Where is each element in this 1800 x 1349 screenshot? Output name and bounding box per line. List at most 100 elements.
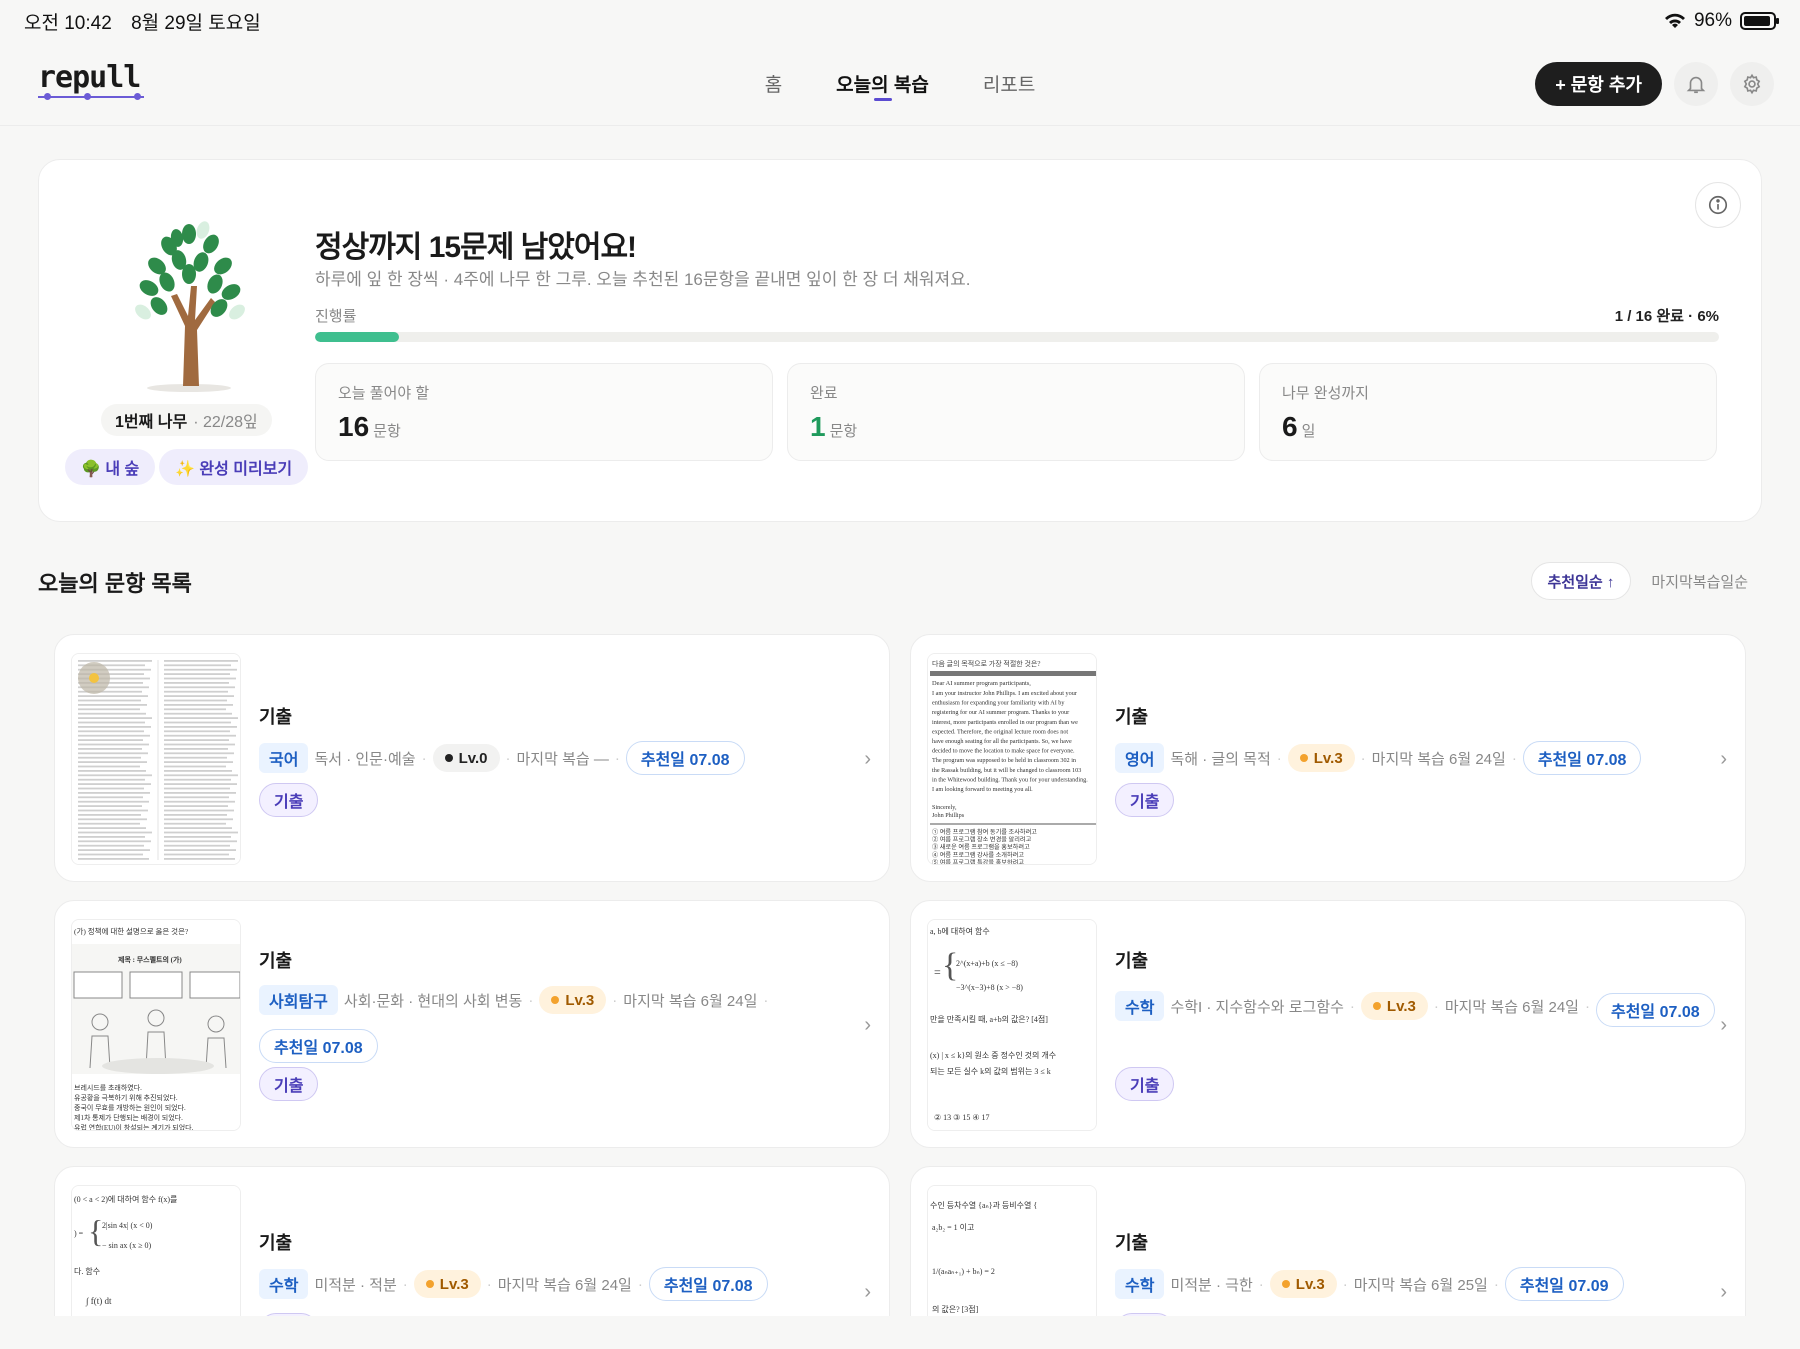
chevron-right-icon[interactable]: › — [1720, 1281, 1727, 1304]
tree-label: 1번째 나무 · 22/28잎 — [101, 404, 272, 436]
thumb-text: I am looking forward to meeting you all. — [932, 786, 1033, 793]
battery-percent: 96% — [1693, 10, 1732, 31]
thumb-text: ① 여름 프로그램 참여 동기를 조사하려고 — [932, 828, 1037, 836]
thumb-line — [164, 800, 235, 803]
level-badge: Lv.3 — [539, 986, 607, 1014]
thumb-text: 2|sin 4x| (x < 0) — [102, 1221, 153, 1230]
chevron-right-icon[interactable]: › — [1720, 1014, 1727, 1037]
question-card[interactable]: 다음 글의 목적으로 가장 적절한 것은? Dear AI summer pro… — [910, 634, 1746, 882]
question-kind: 기출 — [1115, 707, 1149, 727]
thumb-line — [164, 748, 228, 750]
thumb-line — [78, 792, 150, 794]
stat-days-to-tree: 나무 완성까지 6일 — [1259, 363, 1717, 461]
question-tag[interactable]: 기출 — [259, 783, 319, 817]
thumb-line — [78, 822, 140, 825]
stat-label: 완료 — [810, 385, 838, 402]
question-tag[interactable]: 기출 — [1115, 1067, 1175, 1101]
thumb-text: ④ 여름 프로그램 강사를 소개하려고 — [932, 851, 1024, 859]
sort-recommend-date[interactable]: 추천일순 ↑ — [1530, 562, 1632, 600]
thumb-line — [164, 677, 236, 680]
thumb-text: in the Whitewood building. Thank you for… — [932, 776, 1088, 783]
question-card[interactable]: 수인 등차수열 {aₙ}과 등비수열 { a₂b₂ = 1 이고 1/(aₙaₙ… — [910, 1166, 1746, 1316]
status-bar: 오전 10:42 8월 29일 토요일 96% — [0, 0, 1800, 42]
chevron-right-icon[interactable]: › — [864, 748, 871, 771]
thumb-line — [78, 739, 143, 741]
sort-last-review[interactable]: 마지막복습일순 — [1635, 562, 1764, 600]
question-tag[interactable]: 기출 — [259, 1067, 319, 1101]
thumb-line — [78, 783, 151, 785]
thumb-line — [78, 712, 146, 715]
bell-icon — [1686, 76, 1706, 94]
question-tag[interactable]: 기출 — [1115, 1313, 1175, 1316]
question-meta: 수학 수학I · 지수함수와 로그함수 · Lv.3 · 마지막 복습 6월 24일… — [1115, 985, 1715, 1027]
chevron-right-icon[interactable]: › — [864, 1014, 871, 1037]
question-meta: 국어 독서 · 인문·예술 · Lv.0 · 마지막 복습 — · 추천일 07.08 — [259, 741, 859, 775]
question-tag[interactable]: 기출 — [1115, 783, 1175, 817]
question-tag[interactable]: 기출 — [259, 1313, 319, 1316]
stat-label: 오늘 풀어야 할 — [338, 385, 430, 402]
thumb-text: 다음 글의 목적으로 가장 적절한 것은? — [932, 659, 1040, 668]
recommend-date: 추천일 07.08 — [625, 741, 745, 775]
thumb-text: ② 13 ③ 15 ④ 17 — [934, 1113, 990, 1122]
thumb-line — [164, 730, 230, 733]
tree-illustration — [135, 221, 245, 392]
recommend-date: 추천일 07.09 — [1504, 1267, 1624, 1301]
level-text: Lv.3 — [1386, 997, 1416, 1015]
stat-today-total: 오늘 풀어야 할 16 문항 — [315, 363, 773, 461]
thumb-text: (x) | x ≤ k}의 원소 중 정수인 것의 개수 — [930, 1050, 1056, 1060]
thumb-line — [78, 774, 152, 777]
stat-completed: 완료 1 문항 — [787, 363, 1245, 461]
thumb-line — [164, 783, 237, 785]
progress-label: 진행률 — [315, 308, 357, 325]
korean-passage-thumbnail — [72, 654, 240, 864]
chevron-right-icon[interactable]: › — [1720, 748, 1727, 771]
question-card[interactable]: (0 < a < 2)에 대하여 함수 f(x)를 ) = { 2|sin 4x… — [54, 1166, 890, 1316]
last-review: 마지막 복습 — — [516, 750, 609, 768]
thumb-line — [164, 787, 230, 790]
thumb-line — [164, 752, 234, 755]
thumb-text: Sincerely, — [932, 804, 957, 811]
tab-home[interactable]: 홈 — [765, 42, 782, 126]
add-question-button[interactable]: + 문항 추가 — [1535, 62, 1662, 106]
tab-report[interactable]: 리포트 — [983, 42, 1035, 126]
thumb-line — [78, 704, 147, 706]
thumb-line — [164, 840, 237, 843]
thumb-line — [78, 730, 144, 733]
tab-today-review[interactable]: 오늘의 복습 — [836, 42, 929, 126]
level-badge: Lv.3 — [1287, 744, 1355, 772]
thumb-line — [164, 695, 234, 697]
question-card-list: 기출 국어 독서 · 인문·예술 · Lv.0 · 마지막 복습 — · 추천일 07… — [54, 634, 1746, 1316]
question-kind: 기출 — [259, 951, 293, 971]
thumb-text: 유럽 연합(EU)이 창설되는 계기가 되었다. — [74, 1123, 194, 1131]
my-forest-chip[interactable]: 🌳 내 숲 — [65, 449, 156, 485]
thumb-line — [164, 673, 230, 675]
thumb-text: 유공황을 극복하기 위해 추진되었다. — [74, 1093, 178, 1102]
preview-complete-chip[interactable]: ✨ 완성 미리보기 — [159, 449, 309, 485]
thumb-text: 다. 함수 — [74, 1267, 100, 1276]
thumb-line — [164, 770, 232, 772]
thumb-text: enthusiasm for expanding your familiarit… — [932, 700, 1065, 707]
card-body: 기출 수학 미적분 · 적분 · Lv.3 · 마지막 복습 6월 24일 · 추천일… — [259, 1167, 871, 1316]
thumb-line — [78, 844, 144, 847]
question-card[interactable]: a, b에 대하여 함수 = { 2^(x+a)+b (x ≤ −8) −3^(… — [910, 900, 1746, 1148]
settings-button[interactable] — [1730, 62, 1774, 106]
thumb-line — [78, 831, 152, 834]
question-kind: 기출 — [259, 707, 293, 727]
thumb-line — [78, 761, 147, 763]
question-meta: 수학 미적분 · 극한 · Lv.3 · 마지막 복습 6월 25일 · 추천일 07… — [1115, 1267, 1715, 1301]
thumb-text: 만을 만족시킬 때, a+b의 값은? [4점] — [930, 1014, 1048, 1024]
question-thumbnail: a, b에 대하여 함수 = { 2^(x+a)+b (x ≤ −8) −3^(… — [927, 919, 1097, 1131]
card-body: 기출 수학 수학I · 지수함수와 로그함수 · Lv.3 · 마지막 복습 6월 … — [1115, 901, 1727, 1147]
chevron-right-icon[interactable]: › — [864, 1281, 871, 1304]
notification-button[interactable] — [1674, 62, 1718, 106]
thumb-text: −3^(x−3)+8 (x > −8) — [956, 983, 1023, 992]
level-text: Lv.3 — [1313, 749, 1343, 767]
level-badge: Lv.0 — [432, 744, 500, 772]
question-card[interactable]: 기출 국어 독서 · 인문·예술 · Lv.0 · 마지막 복습 — · 추천일 07… — [54, 634, 890, 882]
info-button[interactable] — [1695, 182, 1741, 228]
card-body: 기출 영어 독해 · 글의 목적 · Lv.3 · 마지막 복습 6월 24일 · 추… — [1115, 635, 1727, 881]
stat-value: 1 문항 — [810, 411, 1222, 443]
tree-name: 1번째 나무 — [115, 414, 188, 431]
question-card[interactable]: (가) 정책에 대한 설명으로 옳은 것은? 제목 : 무스펠트의 (가) 브레… — [54, 900, 890, 1148]
level-text: Lv.3 — [565, 991, 595, 1009]
